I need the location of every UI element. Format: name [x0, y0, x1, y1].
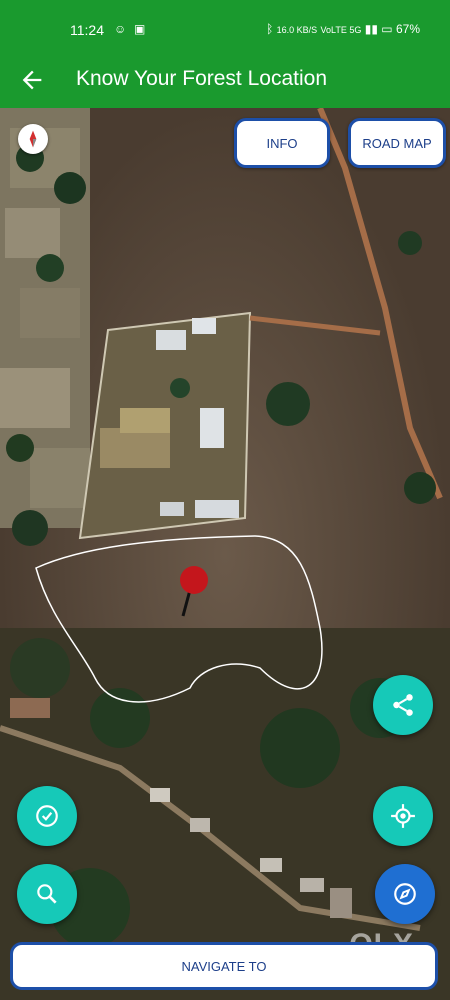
snapchat-icon: ☺: [114, 22, 127, 36]
search-button[interactable]: [17, 864, 77, 924]
check-circle-icon: [36, 805, 58, 827]
share-button[interactable]: [373, 675, 433, 735]
status-right: ᛒ 16.0 KB/S VoLTE 5G ▮▮ ▭ 67%: [266, 22, 420, 36]
navigate-to-button[interactable]: NAVIGATE TO: [10, 942, 438, 990]
arrow-left-icon[interactable]: [18, 66, 46, 94]
my-location-icon: [391, 804, 415, 828]
app-bar: Know Your Forest Location: [0, 56, 450, 108]
share-icon: [393, 694, 413, 716]
status-bar: 11:24 ☺ ▣ ᛒ 16.0 KB/S VoLTE 5G ▮▮ ▭ 67%: [0, 0, 450, 56]
compass-navigate-icon: [394, 883, 416, 905]
my-location-button[interactable]: [373, 786, 433, 846]
battery-percent: 67%: [395, 22, 420, 36]
status-time: 11:24: [70, 22, 104, 38]
navigate-compass-button[interactable]: [375, 864, 435, 924]
app-notification-icon: ▣: [134, 22, 146, 36]
battery-icon: ▭: [381, 22, 393, 36]
signal-label: VoLTE 5G: [320, 25, 362, 35]
signal-icon: ▮▮: [364, 22, 378, 36]
search-icon: [37, 884, 57, 904]
compass-north-icon[interactable]: [18, 124, 48, 154]
satellite-map[interactable]: INFO ROAD MAP: [0, 108, 450, 1000]
network-speed: 16.0 KB/S: [276, 25, 318, 35]
info-button[interactable]: INFO: [234, 118, 330, 168]
map-imagery: [0, 108, 450, 1000]
road-map-button[interactable]: ROAD MAP: [348, 118, 446, 168]
page-title: Know Your Forest Location: [76, 67, 327, 90]
bluetooth-icon: ᛒ: [266, 22, 274, 36]
check-button[interactable]: [17, 786, 77, 846]
